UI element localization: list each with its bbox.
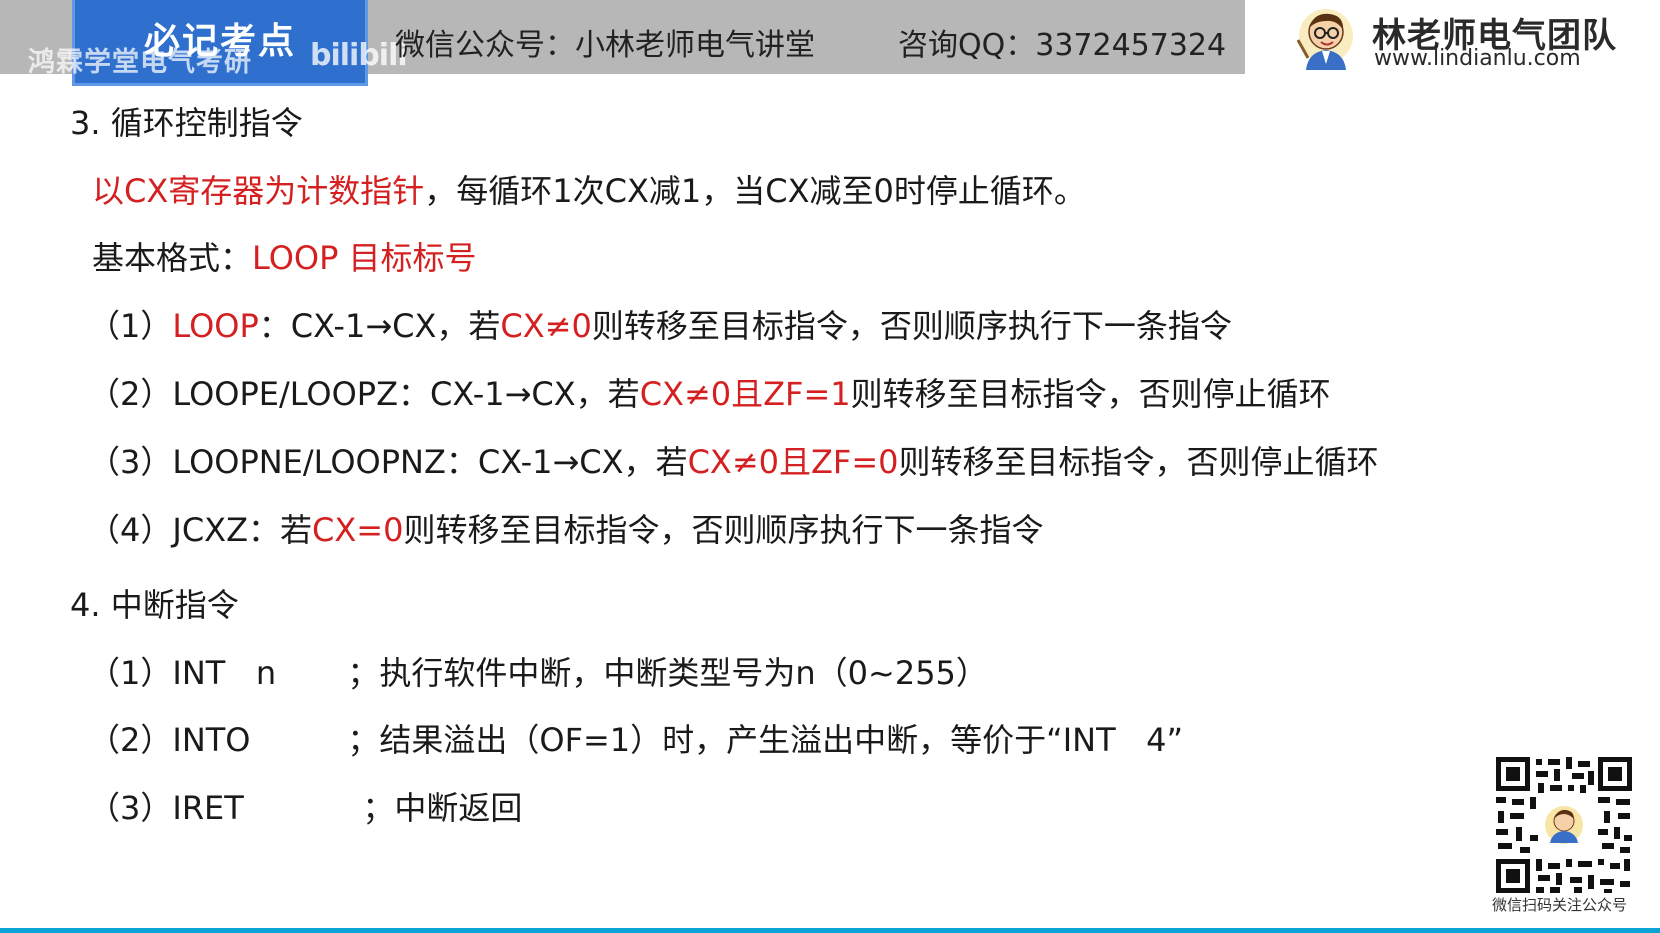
item-number: （3）	[88, 789, 173, 827]
item-result: 则转移至目标指令，否则停止循环	[850, 375, 1331, 413]
jcxz-item: （4）JCXZ：若CX=0则转移至目标指令，否则顺序执行下一条指令	[88, 510, 1043, 550]
qq-contact: 咨询QQ：3372457324	[898, 28, 1227, 63]
item-result: 则转移至目标指令，否则顺序执行下一条指令	[403, 511, 1044, 549]
item-instruction: INTO	[172, 721, 251, 759]
item-condition: CX≠0	[500, 307, 592, 345]
teacher-mascot-icon	[1296, 9, 1353, 70]
item-instruction-highlight: LOOP	[172, 307, 259, 345]
loopne-item: （3）LOOPNE/LOOPNZ：CX-1→CX，若CX≠0且ZF=0则转移至目…	[88, 442, 1379, 482]
bottom-accent-line	[0, 928, 1660, 933]
intro-text: ，每循环1次CX减1，当CX减至0时停止循环。	[424, 172, 1086, 210]
item-result: 则转移至目标指令，否则停止循环	[898, 443, 1379, 481]
item-description: ；中断返回	[362, 789, 523, 827]
item-condition: CX≠0且ZF=1	[639, 375, 851, 413]
loope-item: （2）LOOPE/LOOPZ：CX-1→CX，若CX≠0且ZF=1则转移至目标指…	[88, 374, 1331, 414]
brand-url: www.lindianlu.com	[1374, 46, 1581, 71]
item-number: （4）	[88, 511, 173, 549]
section3-heading: 3. 循环控制指令	[70, 104, 303, 142]
item-operation: ：CX-1→CX，若	[258, 307, 501, 345]
item-number: （2）	[88, 375, 173, 413]
iret-item: （3）IRET ；中断返回	[88, 788, 522, 828]
qr-code-icon	[1494, 755, 1634, 895]
item-operation: ：CX-1→CX，若	[445, 443, 688, 481]
watermark-text: 鸿霖学堂电气考研	[28, 47, 252, 78]
item-condition: CX=0	[312, 511, 404, 549]
item-number: （1）	[88, 307, 173, 345]
bilibili-logo: bilibili	[310, 38, 408, 73]
item-instruction: JCXZ	[172, 511, 248, 549]
section4-heading: 4. 中断指令	[70, 586, 239, 624]
format-label: 基本格式：	[92, 239, 253, 277]
item-result: 则转移至目标指令，否则顺序执行下一条指令	[591, 307, 1232, 345]
item-operation: ：若	[248, 511, 313, 549]
format-syntax: LOOP 目标标号	[252, 239, 477, 277]
item-number: （1）	[88, 654, 173, 692]
item-description: ；执行软件中断，中断类型号为n（0~255）	[347, 654, 988, 692]
into-item: （2）INTO ；结果溢出（OF=1）时，产生溢出中断，等价于“INT 4”	[88, 720, 1183, 760]
section3-intro: 以CX寄存器为计数指针，每循环1次CX减1，当CX减至0时停止循环。	[92, 171, 1086, 211]
item-number: （2）	[88, 721, 173, 759]
int-item: （1）INT n ；执行软件中断，中断类型号为n（0~255）	[88, 653, 988, 693]
wechat-account: 微信公众号：小林老师电气讲堂	[395, 28, 815, 63]
basic-format: 基本格式：LOOP 目标标号	[92, 238, 477, 278]
item-instruction: INT n	[172, 654, 277, 692]
item-instruction: IRET	[172, 789, 244, 827]
qr-caption: 微信扫码关注公众号	[1492, 896, 1628, 914]
item-condition: CX≠0且ZF=0	[687, 443, 899, 481]
item-number: （3）	[88, 443, 173, 481]
item-description: ；结果溢出（OF=1）时，产生溢出中断，等价于“INT 4”	[347, 721, 1184, 759]
loop-item: （1）LOOP：CX-1→CX，若CX≠0则转移至目标指令，否则顺序执行下一条指…	[88, 306, 1232, 346]
item-instruction: LOOPNE/LOOPNZ	[172, 443, 446, 481]
item-operation: ：CX-1→CX，若	[398, 375, 640, 413]
intro-highlight: 以CX寄存器为计数指针	[92, 172, 425, 210]
item-instruction: LOOPE/LOOPZ	[172, 375, 399, 413]
